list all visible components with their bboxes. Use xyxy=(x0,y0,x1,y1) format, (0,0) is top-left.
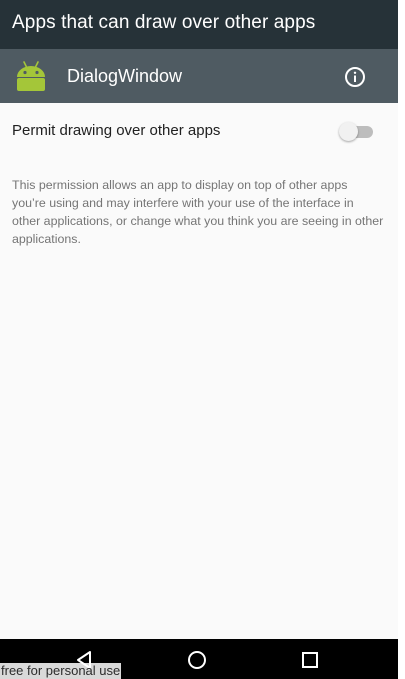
app-header: DialogWindow xyxy=(0,49,398,103)
permit-drawing-label: Permit drawing over other apps xyxy=(12,122,221,139)
screen-edge xyxy=(398,0,405,679)
content-area: Permit drawing over other apps This perm… xyxy=(0,103,398,639)
watermark-text: free for personal use xyxy=(0,663,122,679)
screen: Apps that can draw over other apps Dialo… xyxy=(0,0,398,679)
permit-drawing-row[interactable]: Permit drawing over other apps xyxy=(0,103,398,159)
home-circle-icon[interactable] xyxy=(186,649,208,671)
title-bar: Apps that can draw over other apps xyxy=(0,0,398,49)
info-icon[interactable] xyxy=(342,64,368,90)
page-title: Apps that can draw over other apps xyxy=(12,12,316,33)
permission-description: This permission allows an app to display… xyxy=(12,178,384,246)
android-robot-icon xyxy=(14,59,48,93)
app-name: DialogWindow xyxy=(67,66,183,86)
permit-drawing-toggle[interactable] xyxy=(339,121,375,141)
toggle-thumb xyxy=(339,122,358,141)
recents-square-icon[interactable] xyxy=(299,649,321,671)
